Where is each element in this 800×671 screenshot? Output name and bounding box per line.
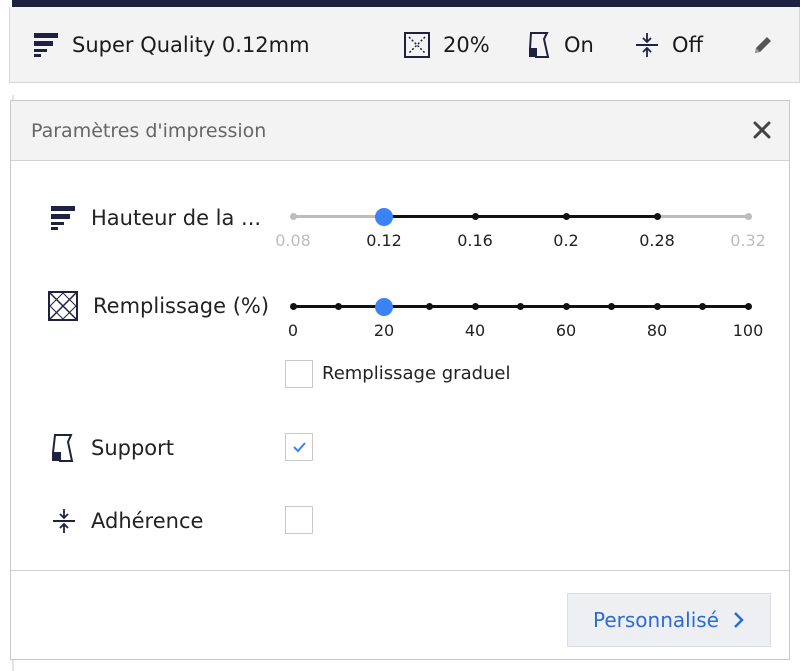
- layer-height-tick: [562, 213, 570, 220]
- profile-summary[interactable]: Super Quality 0.12mm: [32, 7, 310, 83]
- profile-label: Super Quality 0.12mm: [72, 33, 310, 57]
- infill-slider[interactable]: 0 20 40 60 80 100: [283, 291, 763, 351]
- infill-thumb[interactable]: [375, 297, 393, 316]
- infill-value: 20%: [443, 33, 490, 57]
- infill-summary[interactable]: 20%: [403, 7, 490, 83]
- support-summary[interactable]: On: [526, 7, 594, 83]
- panel-title-bar: Paramètres d'impression: [11, 101, 789, 161]
- custom-settings-button[interactable]: Personnalisé: [567, 593, 771, 647]
- infill-tick: [471, 303, 479, 310]
- chevron-right-icon: [734, 612, 744, 628]
- print-settings-header[interactable]: Super Quality 0.12mm 20% On Off: [9, 7, 800, 83]
- adhesion-icon: [636, 33, 658, 57]
- adhesion-label: Adhérence: [91, 509, 204, 533]
- adhesion-checkbox[interactable]: [285, 506, 313, 534]
- close-icon[interactable]: [751, 119, 773, 141]
- layer-height-track: [384, 215, 657, 218]
- layer-height-icon: [34, 33, 58, 57]
- support-icon: [51, 434, 74, 462]
- layer-height-label: Hauteur de la ...: [91, 206, 262, 230]
- panel-title: Paramètres d'impression: [31, 120, 267, 142]
- infill-tick: [426, 303, 433, 310]
- layer-height-tick: [289, 213, 297, 220]
- layer-height-icon: [51, 206, 75, 230]
- infill-tick: [744, 303, 752, 310]
- adhesion-row-label: Adhérence: [51, 507, 203, 535]
- infill-tick: [335, 303, 342, 310]
- layer-height-slider[interactable]: 0.08 0.12 0.16 0.2 0.28 0.32: [275, 201, 766, 261]
- infill-row-label: Remplissage (%): [47, 290, 269, 322]
- infill-tick: [289, 303, 297, 310]
- layer-height-tick-label: 0.08: [275, 231, 311, 250]
- layer-height-tick: [471, 213, 479, 220]
- pencil-icon: [755, 37, 771, 53]
- layer-height-row-label: Hauteur de la ...: [49, 204, 261, 232]
- support-icon: [528, 32, 550, 58]
- layer-height-tick-label: 0.32: [730, 231, 766, 250]
- layer-height-thumb[interactable]: [375, 207, 393, 226]
- infill-tick-label: 40: [464, 321, 486, 340]
- infill-tick-label: 60: [555, 321, 577, 340]
- infill-tick: [608, 303, 615, 310]
- support-row-label: Support: [49, 433, 174, 463]
- footer-divider: [11, 570, 789, 571]
- layer-height-tick-label: 0.16: [457, 231, 493, 250]
- infill-label: Remplissage (%): [93, 294, 270, 318]
- layer-height-tick-label: 0.12: [366, 231, 402, 250]
- adhesion-value: Off: [672, 33, 703, 57]
- infill-tick: [699, 303, 706, 310]
- infill-tick: [562, 303, 570, 310]
- check-icon: [293, 442, 306, 453]
- custom-button-label: Personnalisé: [593, 608, 719, 632]
- support-label: Support: [91, 436, 175, 460]
- layer-height-tick: [653, 213, 661, 220]
- layer-height-tick: [744, 213, 752, 220]
- print-settings-panel: Paramètres d'impression Hauteur de la ..…: [10, 100, 790, 660]
- support-checkbox[interactable]: [285, 433, 313, 461]
- edit-profile-button[interactable]: [752, 7, 786, 83]
- support-value: On: [564, 33, 594, 57]
- adhesion-summary[interactable]: Off: [634, 7, 703, 83]
- infill-tick-label: 20: [373, 321, 395, 340]
- gradual-infill-label: Remplissage graduel: [322, 363, 511, 384]
- infill-tick: [653, 303, 661, 310]
- top-dark-strip: [12, 0, 800, 7]
- infill-tick: [517, 303, 524, 310]
- infill-icon: [48, 291, 78, 321]
- layer-height-tick-label: 0.28: [639, 231, 675, 250]
- adhesion-icon: [53, 509, 75, 533]
- infill-tick-label: 80: [646, 321, 668, 340]
- gradual-infill-checkbox[interactable]: [285, 360, 313, 388]
- infill-tick-label: 0: [287, 321, 299, 340]
- infill-tick-label: 100: [732, 321, 764, 340]
- infill-icon: [404, 32, 430, 58]
- layer-height-tick-label: 0.2: [553, 231, 579, 250]
